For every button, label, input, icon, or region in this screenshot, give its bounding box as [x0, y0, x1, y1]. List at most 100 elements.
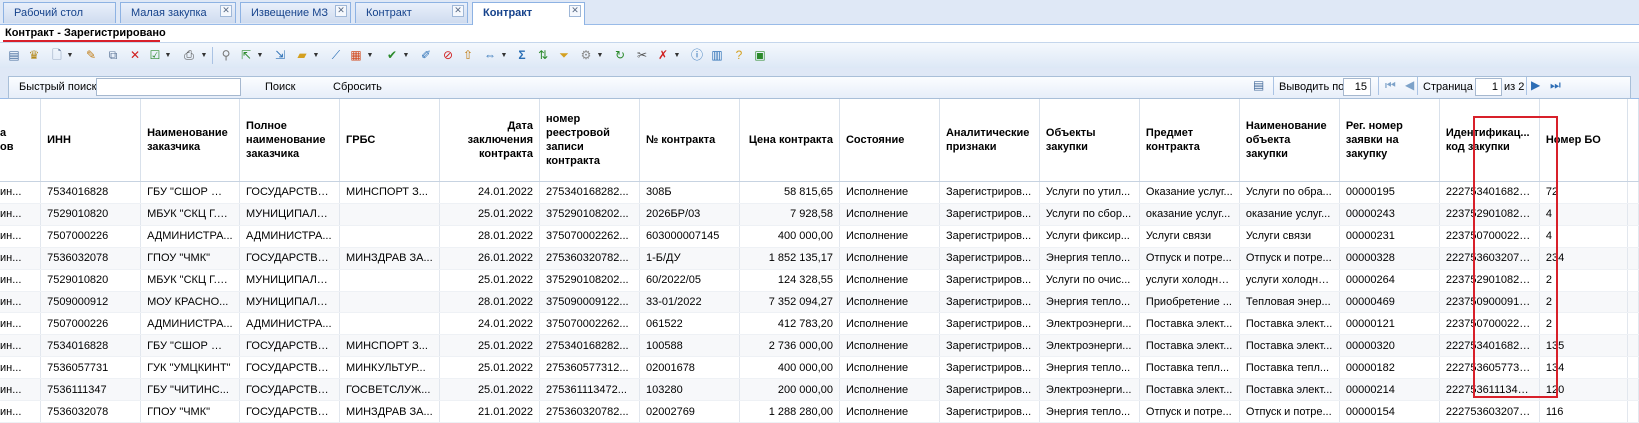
- quick-search-input[interactable]: [96, 78, 241, 96]
- emblem-icon[interactable]: ♛: [26, 48, 42, 63]
- chevron-down-icon[interactable]: ▼: [402, 48, 410, 63]
- col-header-request-number[interactable]: Рег. номер заявки на закупку: [1339, 99, 1440, 182]
- new-doc-icon[interactable]: 🗋: [49, 48, 65, 63]
- table-row[interactable]: ин... 7534016828 ГБУ "СШОР № ... ГОСУДАРСТВ…: [0, 181, 1639, 204]
- close-icon[interactable]: ✕: [452, 5, 464, 17]
- edit-icon[interactable]: ✎: [83, 48, 99, 63]
- table-row[interactable]: ин... 7507000226 АДМИНИСТРА... АДМИНИСТРА..…: [0, 225, 1639, 248]
- tab-contract[interactable]: Контракт ✕: [355, 2, 468, 23]
- tools-icon[interactable]: ✂: [634, 48, 650, 63]
- col-header-objects[interactable]: Объекты закупки: [1039, 99, 1140, 182]
- delete-row-icon[interactable]: ⊘: [440, 48, 456, 63]
- chevron-down-icon[interactable]: ▼: [164, 48, 172, 63]
- help-icon[interactable]: ?: [731, 48, 747, 63]
- col-header[interactable]: а ов: [0, 99, 42, 182]
- chevron-down-icon[interactable]: ▼: [200, 48, 208, 63]
- info-icon[interactable]: ⓘ: [689, 48, 705, 63]
- col-header-grbs[interactable]: ГРБС: [339, 99, 441, 182]
- link-icon[interactable]: ⇔: [482, 48, 498, 63]
- col-header-inn[interactable]: ИНН: [40, 99, 142, 182]
- folder-icon[interactable]: ▰: [294, 48, 310, 63]
- print-icon[interactable]: ⎙: [181, 48, 197, 63]
- table-row[interactable]: ин... 7536032078 ГПОУ "ЧМК" ГОСУДАРСТВЕ... М…: [0, 400, 1639, 423]
- tab-desktop[interactable]: Рабочий стол: [3, 2, 116, 23]
- col-header-analytics[interactable]: Аналитические признаки: [939, 99, 1040, 182]
- upload-icon[interactable]: ⇧: [460, 48, 476, 63]
- report-icon[interactable]: ▣: [752, 48, 768, 63]
- col-header-bo-number[interactable]: Номер БО: [1539, 99, 1629, 182]
- chevron-down-icon[interactable]: ▼: [596, 48, 604, 63]
- approve-icon[interactable]: ☑: [147, 48, 163, 63]
- close-icon[interactable]: ✕: [569, 5, 581, 17]
- attach-icon[interactable]: ⚲: [218, 48, 234, 63]
- sum-icon[interactable]: Σ: [514, 48, 530, 63]
- search-button[interactable]: Поиск: [265, 81, 295, 93]
- table-cell: ин...: [0, 356, 42, 380]
- reset-button[interactable]: Сбросить: [333, 81, 382, 93]
- next-page-icon[interactable]: ▶: [1531, 78, 1540, 92]
- chart-icon[interactable]: ▦: [348, 48, 364, 63]
- col-header-customer-full[interactable]: Полное наименование заказчика: [239, 99, 341, 182]
- chevron-down-icon[interactable]: ▼: [500, 48, 508, 63]
- last-page-icon[interactable]: ⏭: [1550, 78, 1561, 93]
- col-header-contract-number[interactable]: № контракта: [639, 99, 740, 182]
- copy-icon[interactable]: ⧉: [105, 48, 121, 63]
- chevron-down-icon[interactable]: ▼: [673, 48, 681, 63]
- col-header-registry-number[interactable]: номер реестровой записи контракта: [539, 99, 640, 182]
- table-cell: 7536057731: [40, 356, 142, 380]
- col-header-purchase-code[interactable]: Идентификац... код закупки: [1439, 99, 1540, 182]
- funnel-icon[interactable]: ⏷: [556, 48, 572, 63]
- table-row[interactable]: ин... 7529010820 МБУК "СКЦ Г.Б... МУНИЦИПАЛ…: [0, 203, 1639, 226]
- table-cell: 33-01/2022: [639, 291, 740, 314]
- refresh-icon[interactable]: ↻: [612, 48, 628, 63]
- table-cell: МБУК "СКЦ Г.Б...: [140, 269, 241, 292]
- col-header-date[interactable]: Дата заключения контракта: [439, 99, 540, 182]
- table-row[interactable]: ин... 7529010820 МБУК "СКЦ Г.Б... МУНИЦИПАЛ…: [0, 269, 1639, 292]
- table-cell: 25.01.2022: [439, 378, 540, 402]
- check-icon[interactable]: ✔: [384, 48, 400, 63]
- col-header-price[interactable]: Цена контракта: [739, 99, 840, 182]
- table-cell: Отпуск и потре...: [1239, 400, 1340, 423]
- delete-icon[interactable]: ✕: [127, 48, 143, 63]
- table-cell: 7534016828: [40, 334, 142, 358]
- col-header-state[interactable]: Состояние: [839, 99, 940, 182]
- chevron-down-icon[interactable]: ▼: [66, 48, 74, 63]
- table-view-icon[interactable]: ▤: [6, 48, 22, 63]
- col-header-object-name[interactable]: Наименование объекта закупки: [1239, 99, 1340, 182]
- sort-icon[interactable]: ⇅: [535, 48, 551, 63]
- col-header-subject[interactable]: Предмет контракта: [1139, 99, 1240, 182]
- table-cell: Отпуск и потре...: [1239, 247, 1340, 270]
- tab-contract-active[interactable]: Контракт ✕: [472, 2, 585, 25]
- import-icon[interactable]: ⇲: [272, 48, 288, 63]
- export-icon[interactable]: ⇱: [238, 48, 254, 63]
- table-row[interactable]: ин... 7536032078 ГПОУ "ЧМК" ГОСУДАРСТВЕ... М…: [0, 247, 1639, 270]
- table-cell: 7 352 094,27: [739, 291, 840, 314]
- export-grid-icon[interactable]: ▤: [1253, 78, 1264, 92]
- per-page-label: Выводить по: [1279, 81, 1345, 93]
- chevron-down-icon[interactable]: ▼: [366, 48, 374, 63]
- table-row[interactable]: ин... 7507000226 АДМИНИСТРА... АДМИНИСТРА..…: [0, 312, 1639, 336]
- table-row[interactable]: ин... 7534016828 ГБУ "СШОР № ... ГОСУДАРСТВ…: [0, 334, 1639, 358]
- close-icon[interactable]: ✕: [335, 5, 347, 17]
- process-icon[interactable]: ⚙: [578, 48, 594, 63]
- chevron-down-icon[interactable]: ▼: [256, 48, 264, 63]
- filter-icon[interactable]: ⟋: [328, 48, 344, 63]
- chevron-down-icon[interactable]: ▼: [312, 48, 320, 63]
- table-row[interactable]: ин... 7509000912 МОУ КРАСНО... МУНИЦИПАЛЬ..…: [0, 291, 1639, 314]
- tab-notice-mz[interactable]: Извещение МЗ ✕: [240, 2, 351, 23]
- tab-small-purchase[interactable]: Малая закупка ✕: [120, 2, 236, 23]
- prev-page-icon[interactable]: ◀: [1405, 78, 1414, 92]
- columns-icon[interactable]: ▥: [709, 48, 725, 63]
- table-cell: 00000214: [1339, 378, 1440, 402]
- close-icon[interactable]: ✕: [220, 5, 232, 17]
- page-input[interactable]: [1475, 78, 1502, 96]
- col-header-customer[interactable]: Наименование заказчика: [140, 99, 241, 182]
- table-cell: 28.01.2022: [439, 291, 540, 314]
- per-page-input[interactable]: [1343, 78, 1371, 96]
- table-row[interactable]: ин... 7536057731 ГУК "УМЦКИНТ" ГОСУДАРСТВЕ.…: [0, 356, 1639, 380]
- clear-filter-icon[interactable]: ✗: [655, 48, 671, 63]
- table-cell: 72: [1539, 181, 1629, 204]
- pencil-icon[interactable]: ✐: [418, 48, 434, 63]
- first-page-icon[interactable]: ⏮: [1385, 78, 1396, 93]
- table-row[interactable]: ин... 7536111347 ГБУ "ЧИТИНС... ГОСУДАРСТВЕ…: [0, 378, 1639, 402]
